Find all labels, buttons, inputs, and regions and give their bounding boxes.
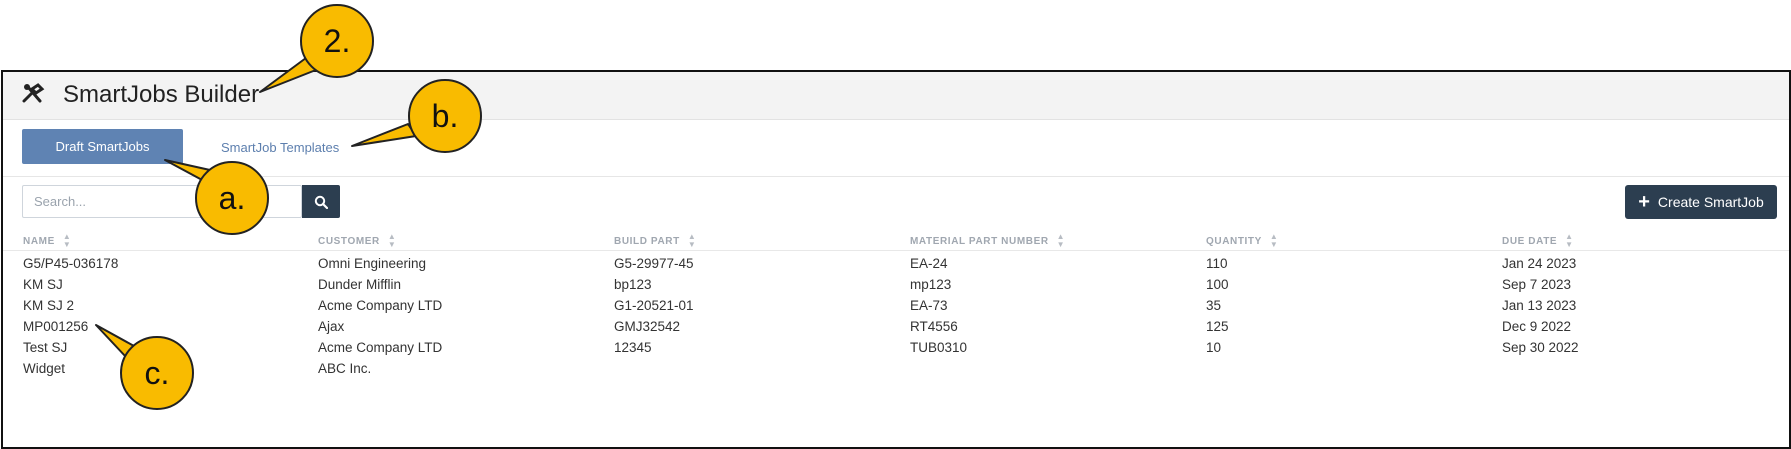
callout-pointer-b bbox=[351, 123, 417, 147]
callout-pointers bbox=[95, 54, 417, 358]
callout-2: 2. bbox=[300, 4, 374, 78]
callout-a: a. bbox=[195, 161, 269, 235]
callout-c: c. bbox=[120, 336, 194, 410]
callout-b: b. bbox=[408, 79, 482, 153]
